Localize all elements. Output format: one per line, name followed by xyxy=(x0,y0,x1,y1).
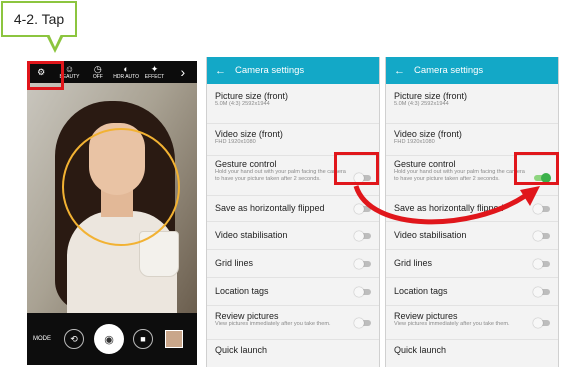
transition-arrow xyxy=(353,185,540,225)
arrow-curve xyxy=(353,185,527,225)
